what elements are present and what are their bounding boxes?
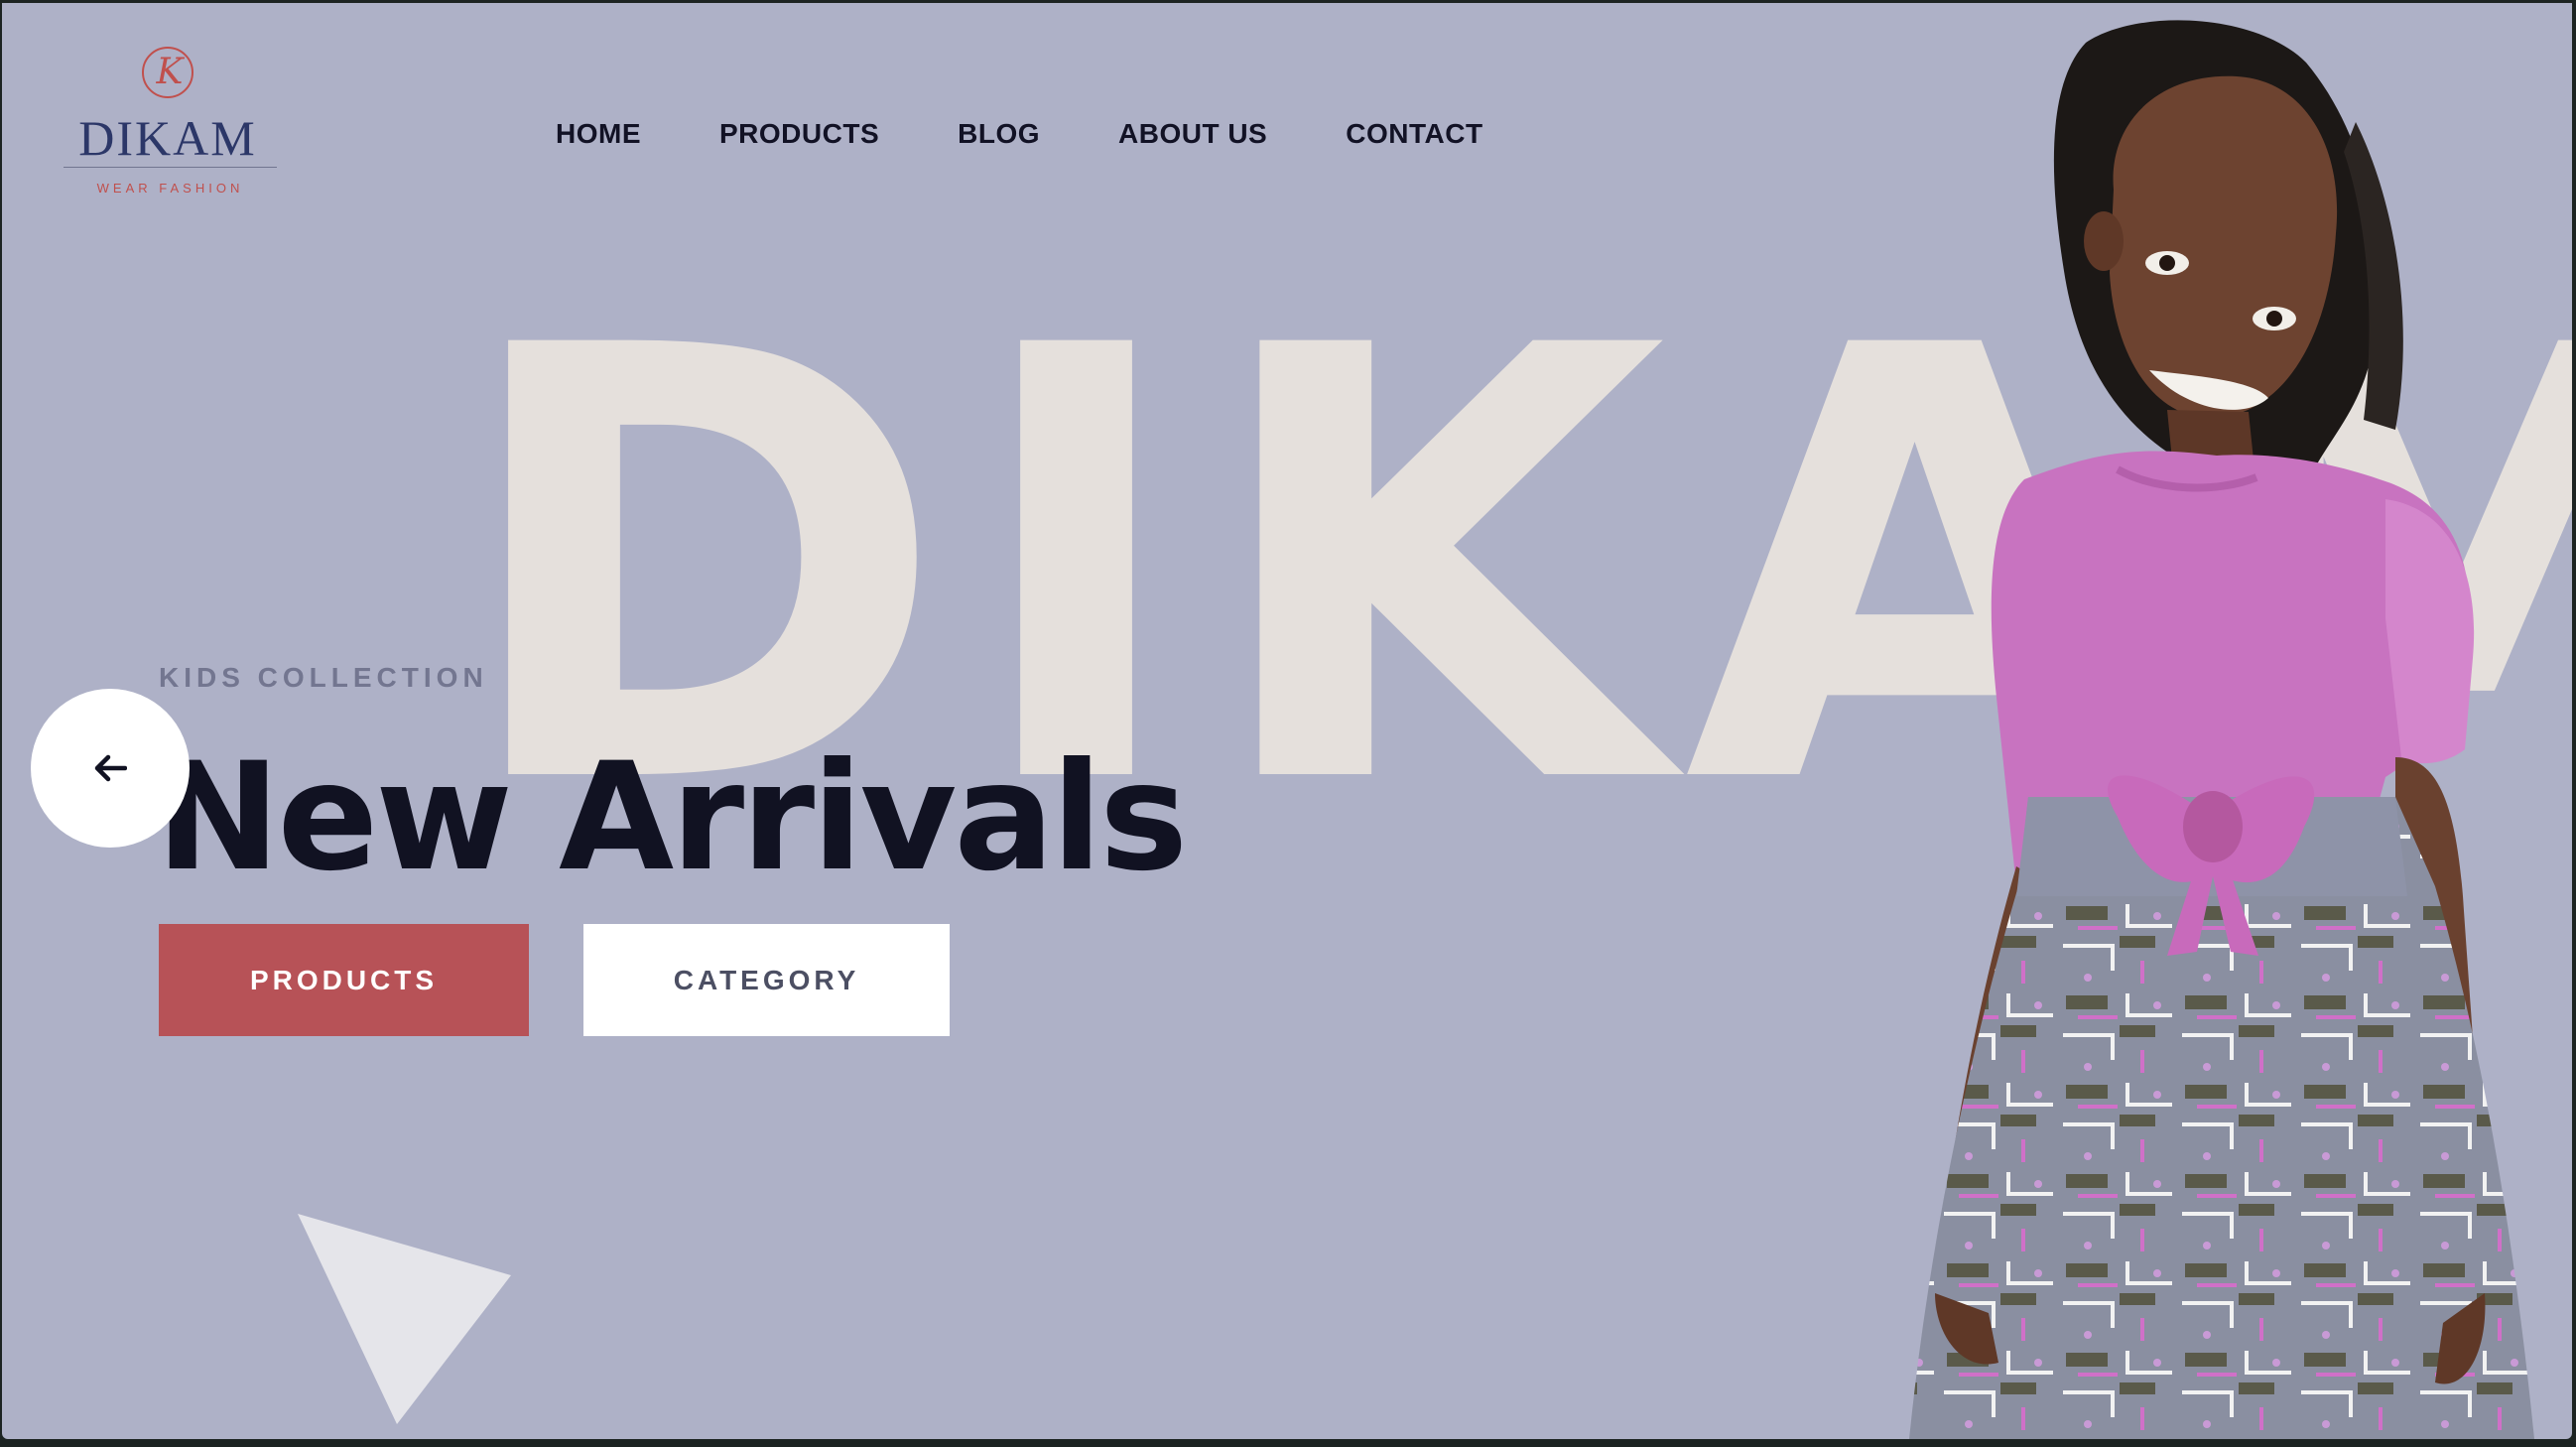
hero-headline: New Arrivals <box>156 731 1188 904</box>
logo-divider <box>64 167 277 168</box>
products-button[interactable]: PRODUCTS <box>159 924 529 1036</box>
nav-home[interactable]: HOME <box>556 118 641 150</box>
model-photo <box>1909 20 2534 1439</box>
nav-blog[interactable]: BLOG <box>958 118 1040 150</box>
logo-monogram-icon: K <box>142 47 193 98</box>
main-nav: HOME PRODUCTS BLOG ABOUT US CONTACT <box>556 118 1483 150</box>
nav-about-us[interactable]: ABOUT US <box>1118 118 1267 150</box>
nav-contact[interactable]: CONTACT <box>1346 118 1482 150</box>
category-button[interactable]: CATEGORY <box>583 924 950 1036</box>
nav-products[interactable]: PRODUCTS <box>719 118 879 150</box>
slider-prev-button[interactable] <box>31 689 190 848</box>
decorative-triangle <box>298 1214 511 1424</box>
logo-wordmark: DIKAM <box>78 110 257 166</box>
hero-overline: KIDS COLLECTION <box>159 662 488 693</box>
logo-tagline: WEAR FASHION <box>96 181 244 196</box>
arrow-left-icon <box>94 754 127 782</box>
hero-slide: DIKAM K DIKAM WEAR FASHION HOME PRODUCTS… <box>2 3 2572 1439</box>
brand-logo[interactable]: K DIKAM WEAR FASHION <box>64 47 282 205</box>
